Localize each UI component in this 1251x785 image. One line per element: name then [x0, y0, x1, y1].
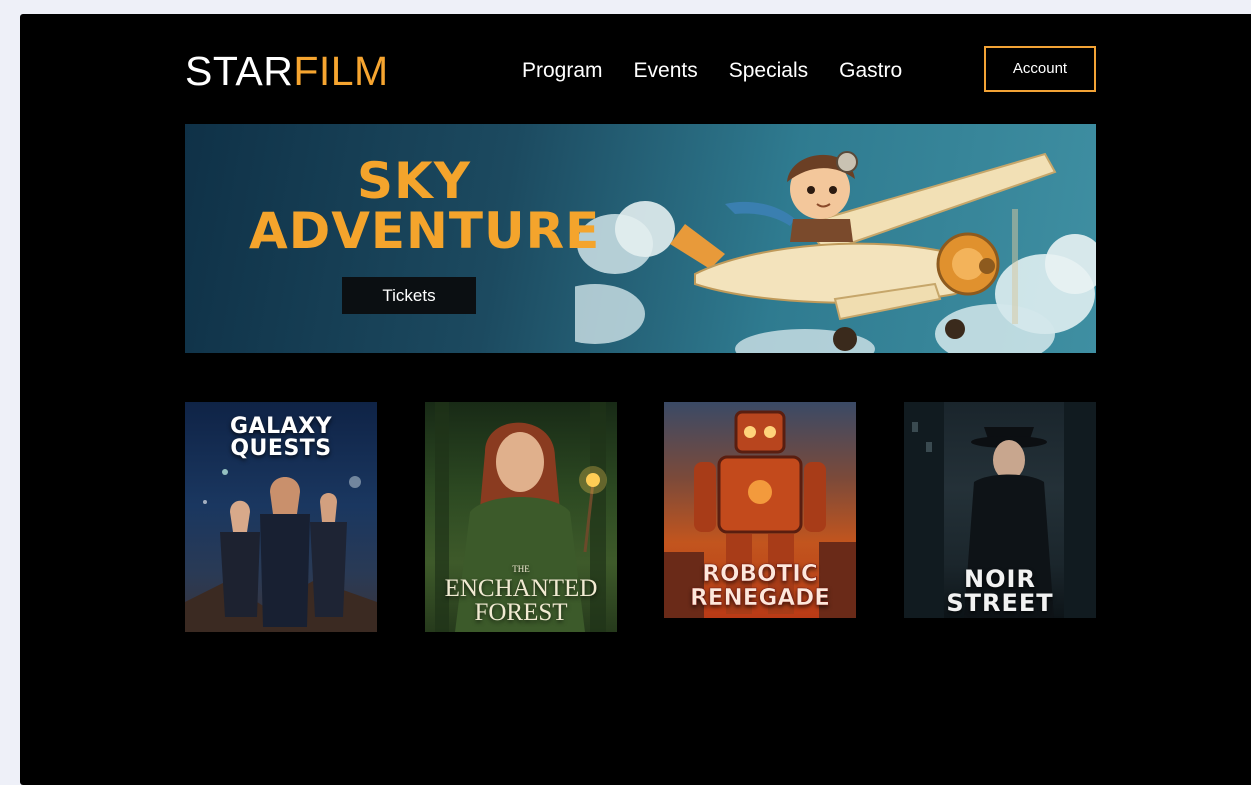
site-header: STARFILM Program Events Specials Gastro … — [185, 46, 1096, 94]
poster-title-prefix: THE — [512, 564, 530, 574]
poster-title-line2: STREET — [946, 589, 1054, 617]
poster-enchanted-forest[interactable]: THE ENCHANTED FOREST — [425, 402, 617, 632]
site-logo[interactable]: STARFILM — [185, 48, 389, 94]
poster-title: GALAXY QUESTS — [185, 416, 377, 460]
main-nav: Program Events Specials Gastro — [522, 59, 902, 83]
poster-robotic-renegade[interactable]: ROBOTIC RENEGADE — [664, 402, 856, 618]
poster-title: THE ENCHANTED FOREST — [425, 563, 617, 625]
poster-title-line1: ROBOTIC — [702, 561, 818, 587]
nav-item-program[interactable]: Program — [522, 59, 603, 83]
nav-item-gastro[interactable]: Gastro — [839, 59, 902, 83]
hero-title-line1: SKY — [357, 152, 471, 210]
app-window: STARFILM Program Events Specials Gastro … — [20, 14, 1251, 785]
poster-title-line2: FOREST — [474, 599, 568, 626]
hero-title-line2: ADVENTURE — [249, 202, 601, 260]
logo-accent: FILM — [293, 48, 389, 94]
poster-title: NOIR STREET — [904, 567, 1096, 615]
logo-primary: STAR — [185, 48, 294, 94]
account-button[interactable]: Account — [984, 46, 1096, 92]
poster-title-line1: ENCHANTED — [444, 575, 598, 602]
hero-airplane-illustration — [575, 151, 1096, 353]
nav-item-events[interactable]: Events — [634, 59, 698, 83]
poster-galaxy-quests[interactable]: GALAXY QUESTS — [185, 402, 377, 632]
hero-title: SKY ADVENTURE — [249, 152, 601, 260]
poster-title-line1: GALAXY — [229, 414, 333, 439]
poster-title-line2: QUESTS — [230, 436, 332, 461]
poster-noir-street[interactable]: NOIR STREET — [904, 402, 1096, 618]
poster-title-line2: RENEGADE — [690, 585, 830, 611]
movie-posters: GALAXY QUESTS THE ENCHANTED FOREST ROBOT… — [185, 402, 1096, 634]
poster-title: ROBOTIC RENEGADE — [664, 561, 856, 611]
hero-banner: SKY ADVENTURE Tickets — [185, 124, 1096, 353]
poster-title-line1: NOIR — [964, 565, 1036, 593]
nav-item-specials[interactable]: Specials — [729, 59, 808, 83]
tickets-button[interactable]: Tickets — [342, 277, 476, 314]
